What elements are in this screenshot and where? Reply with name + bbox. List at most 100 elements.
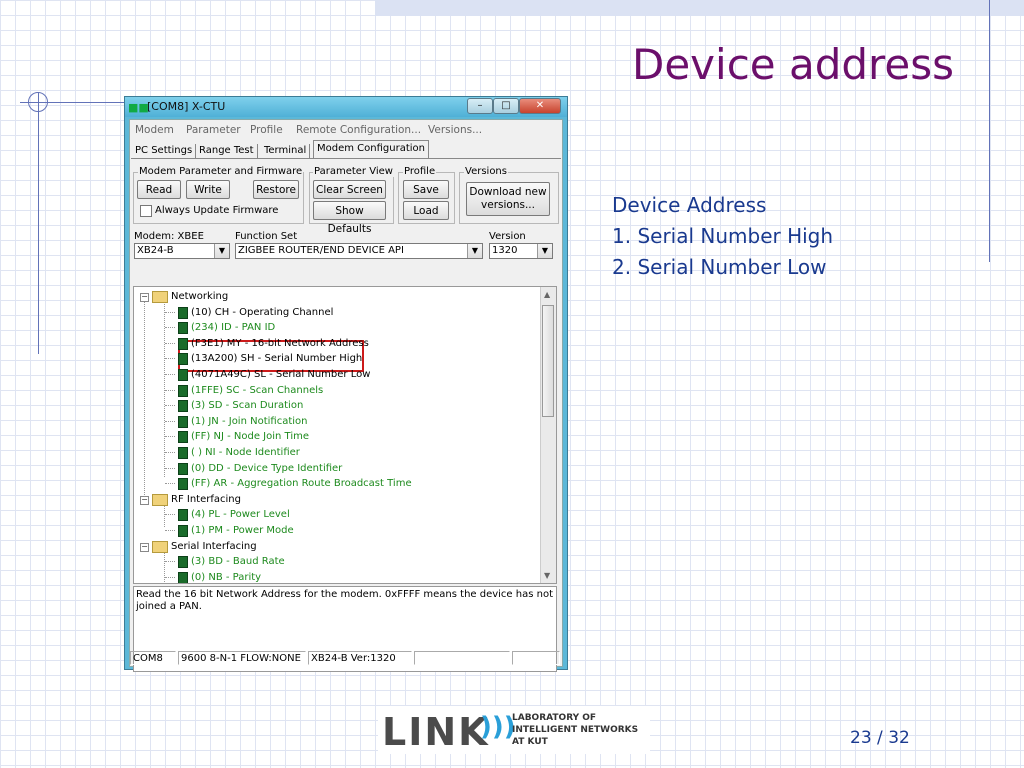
bullet-item: 2. Serial Number Low [612,255,827,279]
tree-parameter-node[interactable]: (4071A49C) SL - Serial Number Low [191,367,370,382]
tree-parameter-node[interactable]: (0) DD - Device Type Identifier [191,461,342,476]
menu-bar: Modem Parameter Profile Remote Configura… [130,120,562,138]
left-decorative-line [38,92,39,354]
tab-pc-settings[interactable]: PC Settings [132,144,197,158]
tree-connector [165,311,175,314]
tree-parameter-node[interactable]: (F3E1) MY - 16-bit Network Address [191,336,369,351]
tree-parameter-node[interactable]: ( ) NI - Node Identifier [191,445,300,460]
maximize-button[interactable]: □ [493,98,519,114]
logo-wordmark: LINK [382,710,490,754]
show-defaults-button[interactable]: Show Defaults [313,201,386,235]
tree-parameter-node[interactable]: (10) CH - Operating Channel [191,305,333,320]
tree-parameter-node[interactable]: (13A200) SH - Serial Number High [191,351,362,366]
logo-line: LABORATORY OF [512,713,597,723]
menu-modem[interactable]: Modem [135,124,174,136]
parameter-icon [178,525,188,537]
function-set-select[interactable]: ZIGBEE ROUTER/END DEVICE API ▼ [235,243,483,259]
menu-profile[interactable]: Profile [250,124,283,136]
bullet-item: Device Address [612,193,767,217]
tree-parameter-node[interactable]: (3) BD - Baud Rate [191,554,285,569]
tree-connector [165,514,175,516]
function-set-label: Function Set [235,231,298,242]
tree-parameter-node[interactable]: (1) PM - Power Mode [191,523,294,538]
status-empty-cell [512,651,560,665]
bullet-item: 1. Serial Number High [612,224,834,248]
modem-parameter-group: Modem Parameter and Firmware Read Write … [133,166,304,224]
window-titlebar[interactable]: ■■ [COM8] X-CTU – □ ✕ [125,97,567,117]
collapse-toggle-icon[interactable]: − [140,542,149,552]
tree-connector [165,342,175,345]
scroll-thumb[interactable] [542,305,554,417]
read-button[interactable]: Read [137,180,181,199]
tree-parameter-node[interactable]: (FF) AR - Aggregation Route Broadcast Ti… [191,476,412,491]
right-decorative-line [989,0,990,262]
parameter-icon [178,478,188,491]
chevron-down-icon: ▼ [467,244,482,258]
menu-remote-configuration[interactable]: Remote Configuration... [296,124,421,136]
tree-parameter-node[interactable]: (FF) NJ - Node Join Time [191,429,309,444]
save-button[interactable]: Save [403,180,449,199]
load-button[interactable]: Load [403,201,449,220]
tree-folder-node[interactable]: RF Interfacing [171,492,241,507]
menu-parameter[interactable]: Parameter [186,124,241,136]
version-select[interactable]: 1320 ▼ [489,243,553,259]
scroll-up-icon[interactable]: ▲ [544,290,550,299]
restore-button[interactable]: Restore [253,180,299,199]
profile-group: Profile Save Load [398,166,455,224]
group-label: Versions [464,166,508,177]
parameter-tree[interactable]: ▲ ▼ − Networking (10) CH - Operating Chann… [133,286,557,584]
version-label: Version [489,231,526,242]
minimize-button[interactable]: – [467,98,493,114]
tree-parameter-node[interactable]: (4) PL - Power Level [191,507,290,522]
tree-folder-node[interactable]: Networking [171,289,228,304]
tab-terminal[interactable]: Terminal [261,144,311,158]
link-logo: LINK ))) LABORATORY OF INTELLIGENT NETWO… [378,706,650,754]
tree-scrollbar[interactable]: ▲ ▼ [540,287,556,583]
tree-guide [164,297,166,477]
tree-connector [165,483,175,485]
tree-connector [165,576,175,579]
tab-range-test[interactable]: Range Test [196,144,258,158]
scroll-down-icon[interactable]: ▼ [544,571,550,580]
write-button[interactable]: Write [186,180,230,199]
tree-connector [165,420,175,423]
chevron-down-icon: ▼ [214,244,229,258]
folder-icon [152,540,168,553]
tree-parameter-node[interactable]: (3) SD - Scan Duration [191,398,303,413]
status-version: XB24-B Ver:1320 [308,651,412,665]
modem-label: Modem: XBEE [134,231,204,242]
slide-title: Device address [632,40,954,89]
page-number: 23 / 32 [850,728,910,748]
modem-select-value: XB24-B [137,245,174,256]
window-client-area: Modem Parameter Profile Remote Configura… [129,119,563,672]
tree-folder-node[interactable]: Serial Interfacing [171,539,257,554]
status-port: COM8 [130,651,176,665]
tree-connector [165,358,175,360]
logo-line: INTELLIGENT NETWORKS [512,725,639,735]
page-total: 32 [888,728,910,748]
modem-select[interactable]: XB24-B ▼ [134,243,230,259]
tree-parameter-node[interactable]: (1) JN - Join Notification [191,414,307,429]
menu-versions[interactable]: Versions... [428,124,482,136]
versions-group: Versions Download new versions... [459,166,559,224]
collapse-toggle-icon[interactable]: − [140,495,149,505]
tree-parameter-node[interactable]: (234) ID - PAN ID [191,320,275,335]
tab-modem-configuration[interactable]: Modem Configuration [313,140,429,159]
status-bar: COM8 9600 8-N-1 FLOW:NONE XB24-B Ver:132… [130,650,562,666]
tree-parameter-node[interactable]: (1FFE) SC - Scan Channels [191,383,323,398]
close-button[interactable]: ✕ [519,98,561,114]
parameter-icon [178,337,188,350]
tree-parameter-node[interactable]: (0) NB - Parity [191,570,261,583]
clear-screen-button[interactable]: Clear Screen [313,180,386,199]
parameter-icon [178,384,188,397]
tree-connector [165,530,175,532]
always-update-label: Always Update Firmware [155,205,279,216]
download-versions-button[interactable]: Download new versions... [466,182,550,216]
collapse-toggle-icon[interactable]: − [140,293,149,302]
always-update-checkbox[interactable] [140,205,152,217]
parameter-icon [178,556,188,569]
status-settings: 9600 8-N-1 FLOW:NONE [178,651,306,665]
logo-subtitle: LABORATORY OF INTELLIGENT NETWORKS AT KU… [512,712,638,748]
tree-connector [165,467,175,470]
parameter-icon [178,571,188,583]
